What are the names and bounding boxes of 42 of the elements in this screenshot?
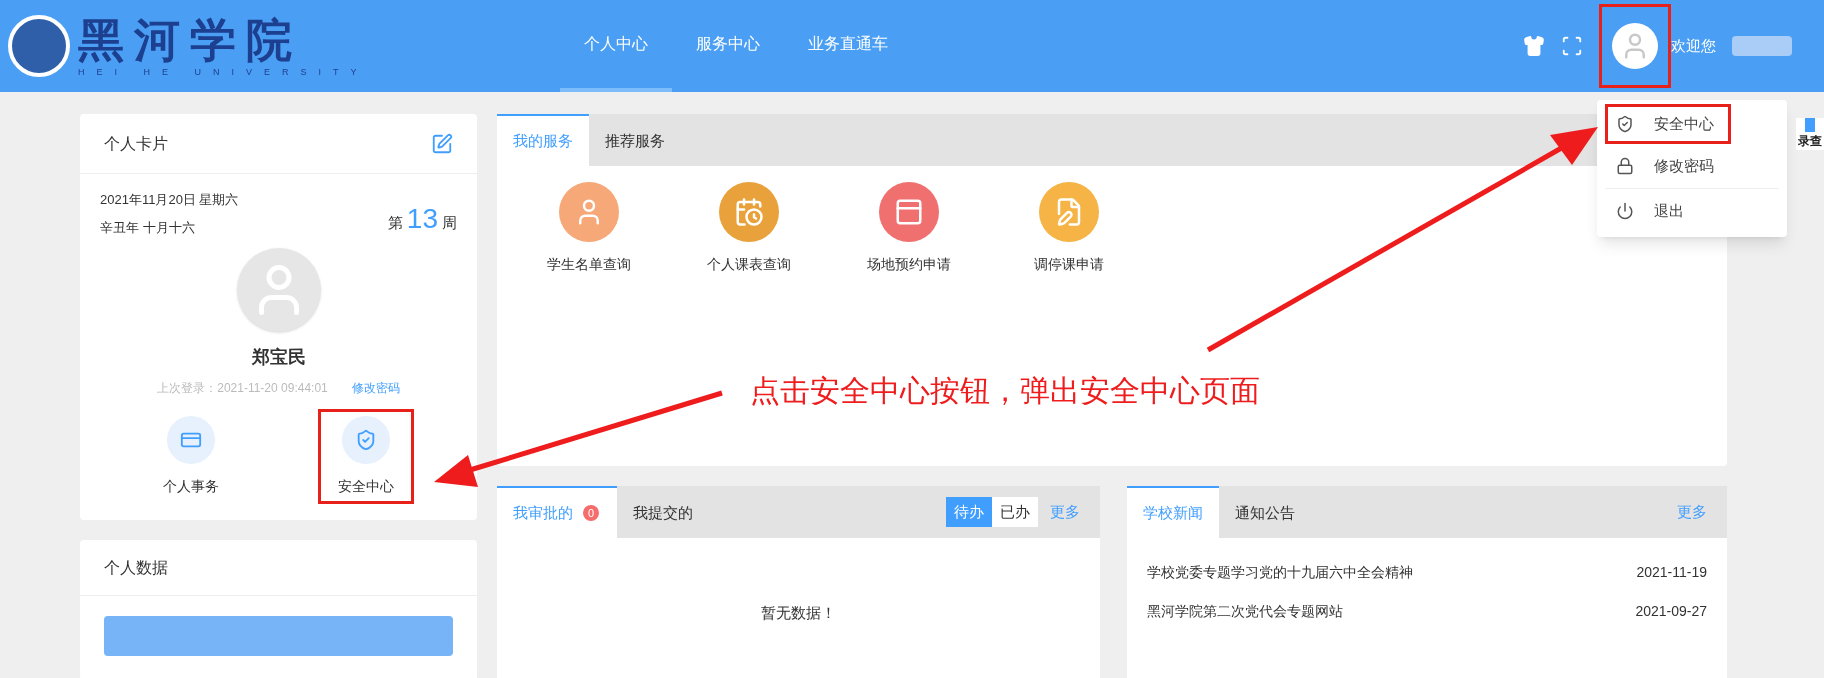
shirt-icon[interactable]	[1523, 35, 1545, 57]
menu-item[interactable]: 修改密码	[1605, 144, 1731, 188]
logo-title: 黑河学院	[78, 14, 303, 66]
menu-item[interactable]: 安全中心	[1605, 104, 1731, 144]
week-label: 周	[442, 213, 457, 233]
week-label: 第	[387, 213, 403, 233]
news-date: 2021-09-27	[1635, 602, 1707, 621]
news-title[interactable]: 黑河学院第二次党代会专题网站	[1147, 601, 1343, 622]
avatar-highlight-frame[interactable]	[1599, 4, 1671, 88]
date-text: 2021年11月20日 星期六	[100, 191, 239, 209]
lock-icon	[1616, 157, 1634, 175]
window-icon	[894, 197, 924, 227]
service-item[interactable]: 场地预约申请	[829, 182, 989, 275]
tab[interactable]: 我提交的	[617, 486, 709, 538]
power-icon	[1616, 202, 1634, 220]
card-title: 个人卡片	[104, 133, 168, 154]
edit-icon[interactable]	[431, 132, 453, 155]
welcome-text: 欢迎您	[1671, 35, 1716, 56]
quick-link[interactable]: 个人事务	[143, 409, 240, 504]
service-item[interactable]: 学生名单查询	[509, 182, 669, 275]
annotation-text: 点击安全中心按钮，弹出安全中心页面	[750, 373, 1260, 409]
count-badge: 0	[581, 503, 601, 523]
user-name: 郑宝民	[251, 346, 306, 369]
filter-toggle[interactable]: 已办	[992, 496, 1038, 528]
empty-message: 暂无数据！	[761, 603, 836, 623]
scan-icon[interactable]	[1561, 35, 1583, 57]
side-widget-icon	[1805, 118, 1815, 132]
quick-link[interactable]: 安全中心	[317, 409, 414, 504]
logo-subtitle: HEI HE UNIVERSITY	[78, 66, 369, 78]
week-number: 13	[406, 202, 438, 236]
service-item[interactable]: 个人课表查询	[669, 182, 829, 275]
tab[interactable]: 推荐服务	[589, 114, 681, 166]
menu-item[interactable]: 退出	[1605, 189, 1731, 233]
shield-icon	[1616, 115, 1634, 133]
card-title: 个人数据	[104, 557, 168, 578]
tab[interactable]: 通知公告	[1219, 486, 1311, 538]
calendar-icon	[734, 197, 764, 227]
service-item[interactable]: 调停课申请	[989, 182, 1149, 275]
news-date: 2021-11-19	[1636, 563, 1707, 582]
news-title[interactable]: 学校党委专题学习党的十九届六中全会精神	[1147, 562, 1413, 583]
blurred-name	[1732, 36, 1792, 56]
lunar-date: 辛丑年 十月十六	[100, 218, 196, 237]
